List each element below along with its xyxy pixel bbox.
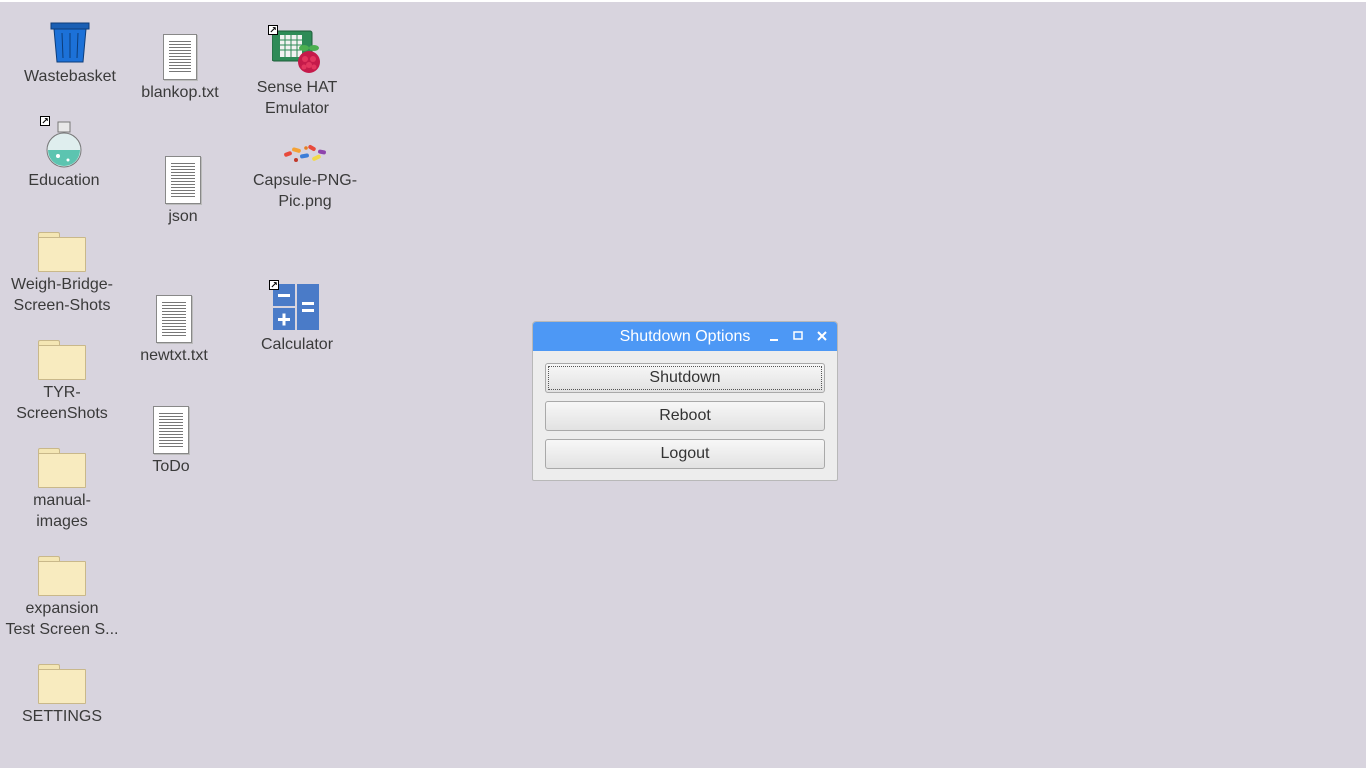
desktop-icon-label: Calculator <box>260 336 334 353</box>
folder-icon <box>38 664 86 704</box>
raspberry-pi-board-icon: ↗ <box>268 25 322 75</box>
desktop-icon-label: expansion Test Screen S... <box>5 600 119 638</box>
shortcut-arrow-icon: ↗ <box>40 116 50 126</box>
shutdown-options-dialog: Shutdown Options Shutdown Reboot Logout <box>532 321 838 481</box>
maximize-icon[interactable] <box>790 328 806 344</box>
calculator-icon: ↗ <box>269 280 321 332</box>
desktop-icon-newtxt-txt[interactable]: newtxt.txt <box>116 295 232 366</box>
desktop-icon-todo[interactable]: ToDo <box>113 406 229 477</box>
minimize-icon[interactable] <box>766 328 782 344</box>
desktop-icon-label: newtxt.txt <box>140 347 208 364</box>
text-file-icon <box>163 34 197 80</box>
folder-icon <box>38 232 86 272</box>
desktop-icon-label: Education <box>28 172 100 189</box>
flask-icon: ↗ <box>40 116 84 168</box>
folder-icon <box>38 340 86 380</box>
desktop-icon-label: Weigh-Bridge- Screen-Shots <box>11 276 113 314</box>
trash-icon <box>48 22 92 64</box>
desktop-icon-settings-folder[interactable]: SETTINGS <box>4 664 120 727</box>
desktop-icon-label: json <box>168 208 198 225</box>
desktop-icon-sense-hat-emulator[interactable]: ↗ Sense HAT Emulator <box>239 25 355 119</box>
desktop-icon-blankop-txt[interactable]: blankop.txt <box>122 34 238 103</box>
dialog-titlebar[interactable]: Shutdown Options <box>533 322 837 351</box>
text-file-icon <box>165 156 201 204</box>
desktop-icon-tyr-folder[interactable]: TYR- ScreenShots <box>4 340 120 424</box>
desktop-icon-label: blankop.txt <box>141 84 219 101</box>
reboot-button[interactable]: Reboot <box>545 401 825 431</box>
shortcut-arrow-icon: ↗ <box>268 25 278 35</box>
folder-icon <box>38 556 86 596</box>
desktop-icon-label: Capsule-PNG- Pic.png <box>252 172 358 210</box>
image-thumbnail-icon <box>282 142 328 168</box>
desktop-icon-label: TYR- ScreenShots <box>16 384 108 422</box>
text-file-icon <box>153 406 189 454</box>
text-file-icon <box>156 295 192 343</box>
desktop-icon-label: ToDo <box>152 458 190 475</box>
desktop-icon-json[interactable]: json <box>125 156 241 227</box>
desktop-icon-education[interactable]: ↗ Education <box>6 116 122 191</box>
desktop-icon-wastebasket[interactable]: Wastebasket <box>12 22 128 87</box>
desktop-icon-label: Sense HAT Emulator <box>256 79 338 117</box>
desktop-icon-expansion-folder[interactable]: expansion Test Screen S... <box>4 556 120 640</box>
shortcut-arrow-icon: ↗ <box>269 280 279 290</box>
desktop-icon-capsule-png[interactable]: Capsule-PNG- Pic.png <box>247 142 363 212</box>
desktop-icon-calculator[interactable]: ↗ Calculator <box>239 280 355 355</box>
desktop-icon-manual-images-folder[interactable]: manual- images <box>4 448 120 532</box>
desktop-icon-label: manual- images <box>33 492 91 530</box>
folder-icon <box>38 448 86 488</box>
logout-button[interactable]: Logout <box>545 439 825 469</box>
desktop-icon-label: SETTINGS <box>21 708 102 725</box>
desktop-icon-label: Wastebasket <box>24 68 116 85</box>
close-icon[interactable] <box>814 328 830 344</box>
desktop-icon-weigh-bridge-folder[interactable]: Weigh-Bridge- Screen-Shots <box>4 232 120 316</box>
shutdown-button[interactable]: Shutdown <box>545 363 825 393</box>
